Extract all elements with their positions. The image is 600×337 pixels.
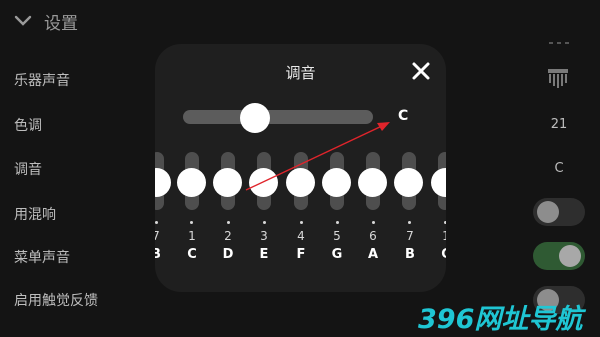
- setting-instrument-sound[interactable]: 乐器声音: [14, 70, 70, 90]
- tuning-dialog: 调音 C 7 B 1 C 2 D 3 E 4 F 5 G 6 A 7 B 1 C: [155, 44, 446, 292]
- note-number: 6: [369, 229, 377, 243]
- key-label: C: [398, 108, 409, 124]
- watermark-logo: 396网址导航: [418, 304, 586, 334]
- octave-dot: [408, 221, 411, 224]
- note-number: 3: [260, 229, 268, 243]
- tine-ball[interactable]: [431, 168, 446, 197]
- kalimba-keys: 7 B 1 C 2 D 3 E 4 F 5 G 6 A 7 B 1 C: [155, 152, 446, 272]
- tine-ball[interactable]: [177, 168, 206, 197]
- note-number: 1: [442, 229, 446, 243]
- tuning-value[interactable]: C: [540, 161, 578, 176]
- note-number: 2: [224, 229, 232, 243]
- note-number: 4: [297, 229, 305, 243]
- octave-dot: [444, 221, 446, 224]
- tine-ball[interactable]: [322, 168, 351, 197]
- note-name: G: [331, 247, 343, 262]
- tine-ball[interactable]: [358, 168, 387, 197]
- note-number: 1: [188, 229, 196, 243]
- note-name: F: [296, 247, 306, 262]
- key-slider-knob[interactable]: [240, 103, 270, 133]
- setting-tuning[interactable]: 调音: [14, 159, 42, 179]
- svg-text:396网址导航: 396网址导航: [418, 304, 586, 334]
- octave-dot: [336, 221, 339, 224]
- note-name: B: [155, 247, 161, 262]
- key-slider-track[interactable]: [183, 110, 373, 124]
- octave-dot: [155, 221, 158, 224]
- toggle-knob: [559, 245, 581, 267]
- note-number: 7: [406, 229, 414, 243]
- tine-ball[interactable]: [249, 168, 278, 197]
- setting-reverb[interactable]: 用混响: [14, 204, 56, 224]
- note-number: 5: [333, 229, 341, 243]
- reverb-toggle[interactable]: [533, 198, 585, 226]
- dialog-title: 调音: [285, 64, 316, 82]
- octave-dot: [300, 221, 303, 224]
- tine-ball[interactable]: [394, 168, 423, 197]
- setting-tone[interactable]: 色调: [14, 115, 42, 135]
- note-name: C: [441, 247, 446, 262]
- toggle-knob: [537, 201, 559, 223]
- tine-ball[interactable]: [213, 168, 242, 197]
- octave-dot: [263, 221, 266, 224]
- note-name: A: [367, 247, 379, 262]
- chevron-down-icon[interactable]: [12, 10, 34, 32]
- note-name: E: [259, 247, 269, 262]
- tone-value[interactable]: 21: [540, 117, 578, 132]
- note-name: B: [405, 247, 415, 262]
- close-icon[interactable]: [409, 59, 433, 83]
- setting-menu-sound[interactable]: 菜单声音: [14, 247, 70, 267]
- note-name: D: [222, 247, 234, 262]
- octave-dot: [190, 221, 193, 224]
- octave-dot: [227, 221, 230, 224]
- octave-dot: [372, 221, 375, 224]
- page-title: 设置: [44, 13, 78, 34]
- menu-sound-toggle[interactable]: [533, 242, 585, 270]
- more-dashes-icon: [549, 42, 569, 44]
- note-number: 7: [155, 229, 160, 243]
- note-name: C: [187, 247, 197, 262]
- setting-haptic-feedback[interactable]: 启用触觉反馈: [14, 290, 98, 310]
- header: 设置: [12, 8, 78, 34]
- tine-ball[interactable]: [286, 168, 315, 197]
- tine-ball[interactable]: [155, 168, 171, 197]
- kalimba-icon[interactable]: [547, 68, 569, 90]
